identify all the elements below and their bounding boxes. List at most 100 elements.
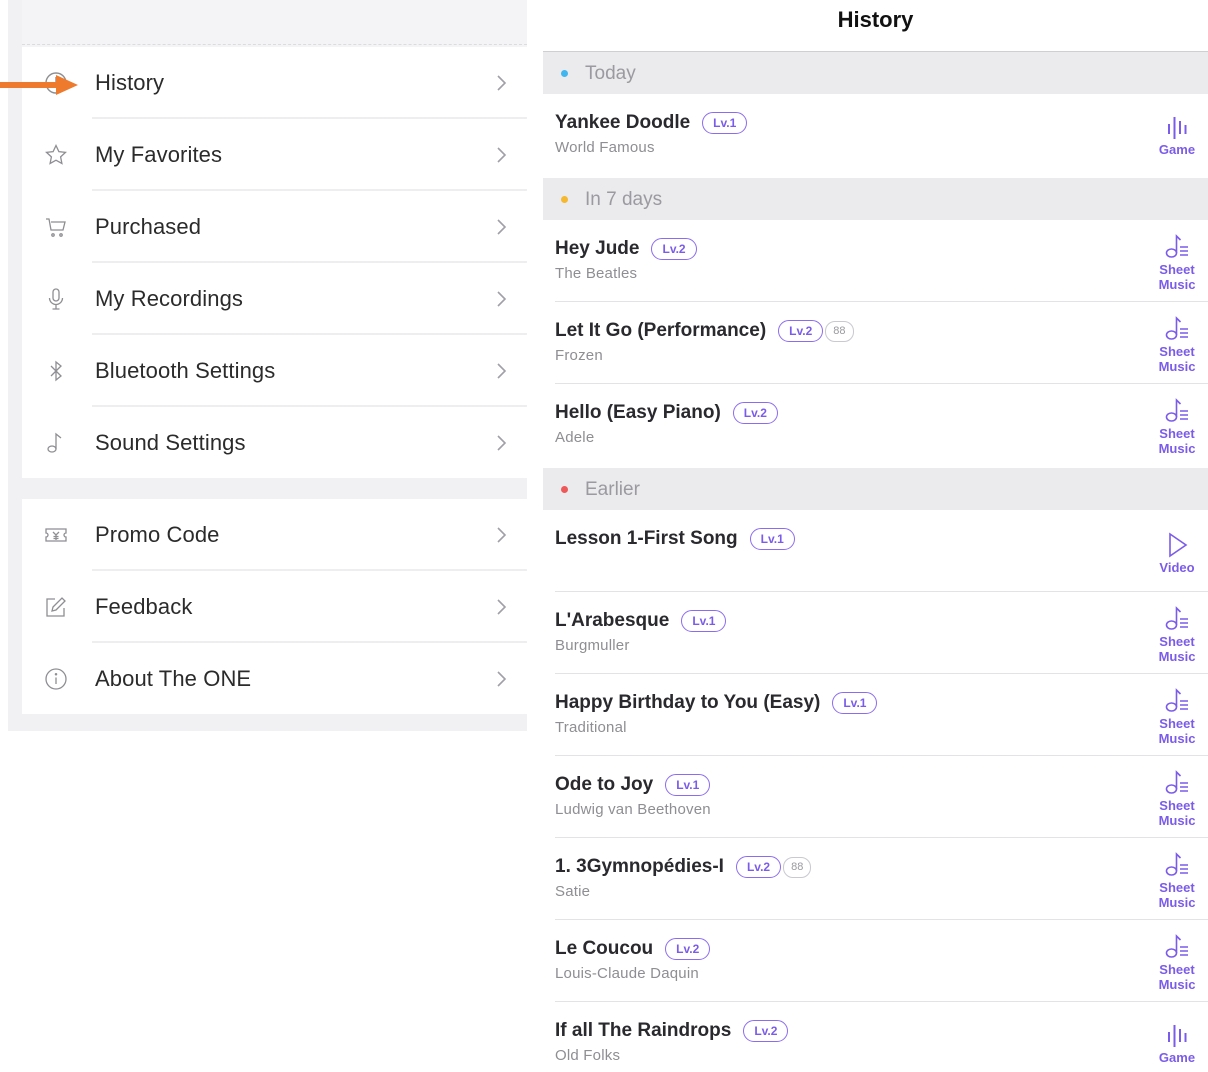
game-button[interactable]: Game [1150,1014,1204,1072]
section-header-earlier: Earlier [543,468,1208,510]
action-label: Video [1159,560,1195,575]
section-label: In 7 days [585,189,663,210]
level-badge: Lv.2 [651,238,697,260]
song-title: Happy Birthday to You (Easy) [555,692,821,713]
song-artist: Burgmuller [555,637,630,654]
sheet-music-icon [1162,768,1192,798]
action-label: Music [1158,813,1196,828]
level-badge: Lv.2 [665,938,711,960]
song-row[interactable]: Ode to Joy Lv.1 Ludwig van Beethoven She… [543,756,1208,838]
song-row[interactable]: Hey Jude Lv.2 The Beatles Sheet Music [543,220,1208,302]
sheet-music-button[interactable]: Sheet Music [1150,932,1204,992]
song-row[interactable]: Yankee Doodle Lv.1 World Famous Game [543,94,1208,176]
edit-icon [44,595,68,619]
menu-item-purchased[interactable]: Purchased [22,191,527,263]
menu-group-main: History My Favorites Purchased My Record… [22,47,527,478]
extra-badge: 88 [825,320,854,342]
menu-item-label: Feedback [95,594,193,619]
bluetooth-icon [44,359,68,383]
menu-item-my-recordings[interactable]: My Recordings [22,263,527,335]
song-title: Le Coucou [555,938,654,959]
menu-item-label: Sound Settings [95,430,246,455]
song-row[interactable]: 1. 3Gymnopédies-I Lv.2 88 Satie Sheet Mu… [543,838,1208,920]
menu-item-my-favorites[interactable]: My Favorites [22,119,527,191]
menu-item-label: My Recordings [95,286,244,311]
song-row[interactable]: L'Arabesque Lv.1 Burgmuller Sheet Music [543,592,1208,674]
menu-item-bluetooth-settings[interactable]: Bluetooth Settings [22,335,527,407]
action-label: Sheet [1159,634,1195,649]
sheet-music-button[interactable]: Sheet Music [1150,768,1204,828]
song-title: Ode to Joy [555,774,654,795]
menu-item-history[interactable]: History [22,47,527,119]
song-artist: Old Folks [555,1047,621,1064]
section-label: Today [585,63,636,84]
song-row[interactable]: Lesson 1-First Song Lv.1 Video [543,510,1208,592]
sheet-music-icon [1162,604,1192,634]
action-label: Sheet [1159,962,1195,977]
song-row[interactable]: If all The Raindrops Lv.2 Old Folks Game [543,1002,1208,1069]
menu-item-label: History [95,70,165,95]
song-artist: World Famous [555,139,655,156]
action-label: Music [1158,277,1196,292]
chevron-right-icon [496,525,508,545]
action-label: Music [1158,977,1196,992]
video-button[interactable]: Video [1150,524,1204,582]
song-artist: Louis-Claude Daquin [555,965,699,982]
song-title: Lesson 1-First Song [555,528,738,549]
section-header-7-days: In 7 days [543,178,1208,220]
action-label: Sheet [1159,426,1195,441]
menu-group-secondary: Promo Code Feedback About The ONE [22,499,527,714]
menu-item-label: Purchased [95,214,202,239]
game-button[interactable]: Game [1150,106,1204,164]
page-title: History [837,7,914,32]
sheet-music-button[interactable]: Sheet Music [1150,604,1204,664]
song-title: 1. 3Gymnopédies-I [555,856,724,877]
chevron-right-icon [496,145,508,165]
sheet-music-button[interactable]: Sheet Music [1150,314,1204,374]
song-row[interactable]: Let It Go (Performance) Lv.2 88 Frozen S… [543,302,1208,384]
action-label: Sheet [1159,716,1195,731]
level-badge: Lv.1 [702,112,748,134]
menu-item-label: About The ONE [95,666,252,691]
section-header-today: Today [543,52,1208,94]
sheet-music-icon [1162,850,1192,880]
song-title: L'Arabesque [555,610,670,631]
level-badge: Lv.2 [732,402,778,424]
song-artist: Frozen [555,347,603,364]
song-artist: Adele [555,429,595,446]
action-label: Game [1158,1050,1196,1065]
sheet-music-button[interactable]: Sheet Music [1150,686,1204,746]
level-badge: Lv.1 [832,692,878,714]
song-row[interactable]: Le Coucou Lv.2 Louis-Claude Daquin Sheet… [543,920,1208,1002]
chevron-right-icon [496,669,508,689]
level-badge: Lv.2 [735,856,782,878]
menu-item-sound-settings[interactable]: Sound Settings [22,407,527,479]
sheet-music-icon [1162,314,1192,344]
history-panel: History Today Yankee Doodle Lv.1 World F… [543,0,1208,1069]
level-badge: Lv.1 [665,774,711,796]
song-row[interactable]: Happy Birthday to You (Easy) Lv.1 Tradit… [543,674,1208,756]
action-label: Sheet [1159,344,1195,359]
sheet-music-icon [1162,686,1192,716]
extra-badge: 88 [783,856,812,878]
song-title: Hello (Easy Piano) [555,402,721,423]
star-icon [44,143,68,167]
sheet-music-button[interactable]: Sheet Music [1150,396,1204,456]
action-label: Game [1158,142,1196,157]
microphone-icon [44,287,68,311]
menu-item-about[interactable]: About The ONE [22,643,527,715]
level-badge: Lv.2 [778,320,824,342]
play-icon [1162,530,1192,560]
menu-item-promo-code[interactable]: Promo Code [22,499,527,571]
cart-icon [44,215,68,239]
menu-item-feedback[interactable]: Feedback [22,571,527,643]
status-dot [561,70,568,77]
sheet-music-button[interactable]: Sheet Music [1150,850,1204,910]
status-dot [561,486,568,493]
song-title: Let It Go (Performance) [555,320,767,341]
sheet-music-button[interactable]: Sheet Music [1150,232,1204,292]
chevron-right-icon [496,217,508,237]
section-label: Earlier [585,479,640,500]
level-badge: Lv.2 [743,1020,789,1042]
song-row[interactable]: Hello (Easy Piano) Lv.2 Adele Sheet Musi… [543,384,1208,466]
